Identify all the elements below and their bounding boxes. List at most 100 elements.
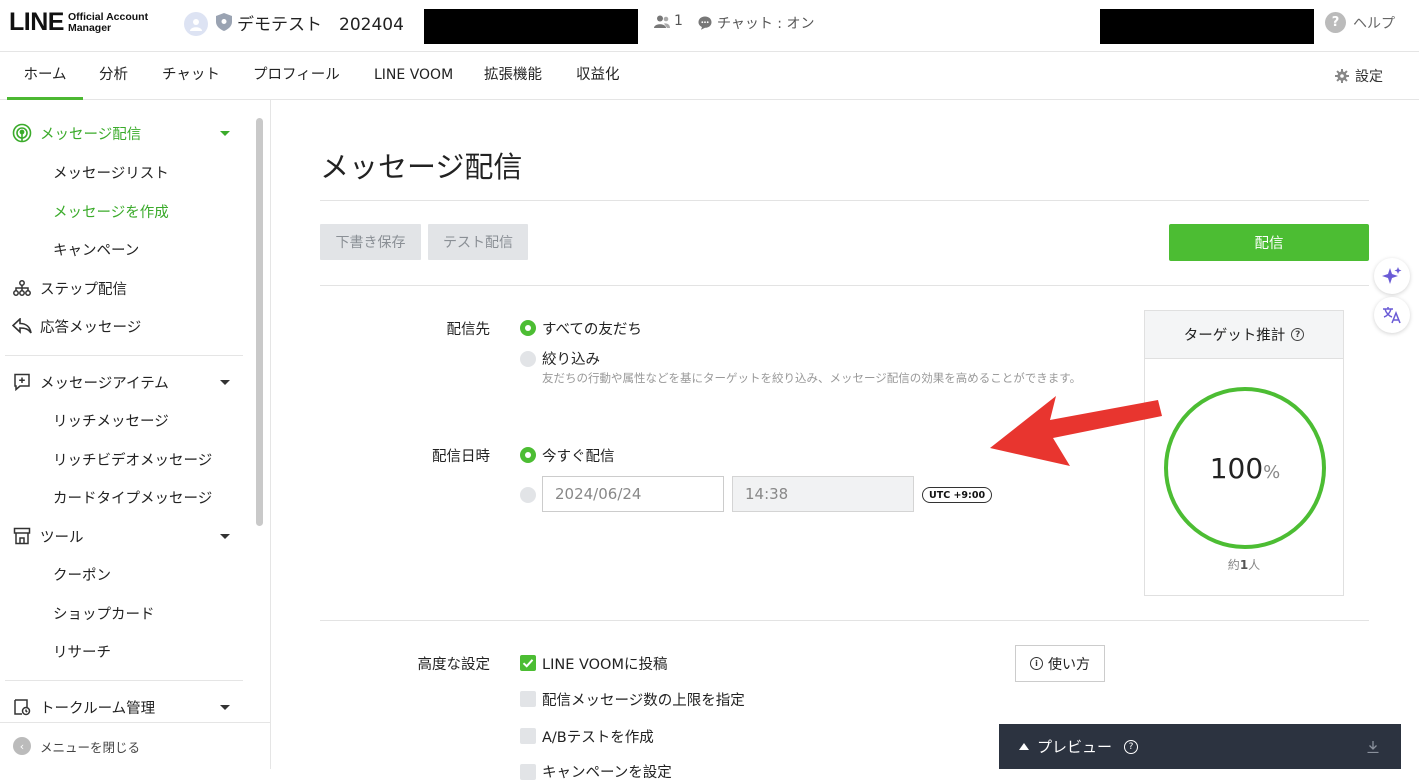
close-menu-label: メニューを閉じる [40, 739, 141, 755]
target-percent: 100% [1210, 452, 1281, 485]
tab-home[interactable]: ホーム [7, 52, 83, 100]
tab-profile[interactable]: プロフィール [253, 52, 340, 100]
preview-label: プレビュー [1037, 738, 1113, 756]
how-to-button[interactable]: i 使い方 [1015, 645, 1105, 682]
sidebar-item-shop-card[interactable]: ショップカード [53, 603, 155, 624]
ai-sparkle-button[interactable] [1374, 258, 1410, 294]
approx-number: 1 [1239, 558, 1249, 572]
talk-room-icon [12, 697, 32, 717]
sidebar-item-talk-room[interactable]: トークルーム管理 [0, 689, 250, 725]
sidebar-item-rich-video-message[interactable]: リッチビデオメッセージ [53, 449, 212, 470]
settings-label: 設定 [1355, 69, 1383, 85]
tab-monetization[interactable]: 収益化 [576, 52, 620, 100]
date-input[interactable]: 2024/06/24 [542, 476, 724, 512]
how-to-label: 使い方 [1048, 656, 1090, 673]
all-friends-label[interactable]: すべての友だち [542, 318, 642, 339]
chat-bubble-icon [698, 16, 712, 30]
preview-bar[interactable]: プレビュー ? [999, 724, 1401, 769]
checkbox-ab-test[interactable] [520, 728, 536, 744]
sidebar-item-coupon[interactable]: クーポン [53, 564, 111, 585]
logo-line-text: LINE [9, 8, 64, 36]
sidebar-divider [5, 680, 243, 681]
add-box-icon [12, 372, 32, 392]
question-icon[interactable]: ? [1124, 739, 1139, 754]
narrow-down-label[interactable]: 絞り込み [542, 348, 600, 369]
ab-test-label[interactable]: A/Bテストを作成 [542, 726, 654, 747]
friend-count[interactable]: 1 [654, 13, 683, 29]
sidebar-item-research[interactable]: リサーチ [53, 641, 111, 662]
help-link[interactable]: ? ヘルプ [1325, 12, 1395, 33]
send-button[interactable]: 配信 [1169, 224, 1369, 261]
sidebar-item-label: トークルーム管理 [40, 700, 156, 717]
tab-analytics[interactable]: 分析 [99, 52, 128, 100]
question-icon[interactable]: ? [1291, 328, 1305, 341]
logo-sub-text: Official Account Manager [68, 11, 148, 34]
limit-count-label[interactable]: 配信メッセージ数の上限を指定 [542, 689, 745, 710]
radio-scheduled[interactable] [520, 487, 536, 503]
sidebar-scrollbar[interactable] [256, 118, 263, 526]
chevron-left-icon: ‹ [13, 737, 31, 755]
download-icon[interactable] [1367, 740, 1379, 753]
campaign-label[interactable]: キャンペーンを設定 [542, 761, 672, 782]
sidebar-item-tools[interactable]: ツール [0, 518, 250, 554]
sidebar-item-message-delivery[interactable]: メッセージ配信 [0, 115, 250, 151]
sidebar-item-card-type-message[interactable]: カードタイプメッセージ [53, 487, 212, 508]
settings-link[interactable]: 設定 [1335, 66, 1383, 86]
top-bar: LINE Official Account Manager デモテスト 2024… [0, 0, 1419, 52]
account-name[interactable]: デモテスト 202404 [237, 10, 404, 35]
radio-narrow-down[interactable] [520, 351, 536, 367]
redacted-block [1100, 9, 1314, 44]
radio-all-friends[interactable] [520, 320, 536, 336]
send-now-label[interactable]: 今すぐ配信 [542, 445, 615, 466]
sidebar-item-label: ツール [40, 529, 84, 546]
divider [320, 200, 1369, 201]
sidebar-item-label: メッセージアイテム [40, 375, 169, 392]
line-oam-logo[interactable]: LINE Official Account Manager [9, 8, 148, 37]
help-icon: ? [1325, 12, 1346, 33]
target-estimate-header: ターゲット推計 ? [1145, 311, 1343, 359]
checkbox-post-voom[interactable] [520, 655, 536, 671]
sidebar-item-auto-response[interactable]: 応答メッセージ [0, 308, 250, 344]
approx-prefix: 約 [1227, 558, 1240, 572]
checkbox-limit-count[interactable] [520, 691, 536, 707]
divider [320, 285, 1369, 286]
sidebar-item-message-items[interactable]: メッセージアイテム [0, 364, 250, 400]
info-icon: i [1030, 657, 1043, 670]
page-title: メッセージ配信 [320, 150, 523, 184]
checkbox-campaign[interactable] [520, 764, 536, 780]
chat-status-text: チャット : オン [717, 16, 815, 32]
divider [320, 620, 1369, 621]
datetime-label: 配信日時 [432, 449, 490, 465]
translate-button[interactable] [1374, 297, 1410, 333]
tab-chat[interactable]: チャット [162, 52, 220, 100]
test-send-button[interactable]: テスト配信 [428, 224, 528, 260]
time-input[interactable]: 14:38 [732, 476, 914, 512]
sidebar-item-create-message[interactable]: メッセージを作成 [53, 201, 169, 222]
redacted-block [424, 9, 638, 44]
save-draft-button[interactable]: 下書き保存 [320, 224, 421, 260]
close-menu-button[interactable]: ‹ メニューを閉じる [0, 722, 270, 769]
sidebar-item-rich-message[interactable]: リッチメッセージ [53, 410, 169, 431]
post-voom-label[interactable]: LINE VOOMに投稿 [542, 653, 667, 674]
advanced-settings-label: 高度な設定 [417, 657, 491, 673]
sidebar-item-campaign[interactable]: キャンペーン [53, 239, 139, 260]
approx-count: 約1人 [1145, 556, 1343, 573]
friend-count-value: 1 [674, 13, 683, 29]
account-avatar-icon[interactable] [184, 12, 208, 36]
tab-extensions[interactable]: 拡張機能 [484, 52, 542, 100]
tab-line-voom[interactable]: LINE VOOM [374, 52, 453, 100]
caret-up-icon [1019, 743, 1029, 750]
target-unit: % [1263, 461, 1281, 483]
chevron-down-icon [220, 130, 230, 136]
sidebar-item-message-list[interactable]: メッセージリスト [53, 162, 169, 183]
hierarchy-icon [12, 278, 32, 298]
sidebar-item-label: ステップ配信 [40, 281, 127, 298]
target-ring: 100% [1164, 387, 1326, 549]
help-label: ヘルプ [1353, 15, 1395, 32]
target-estimate-panel: ターゲット推計 ? 100% 約1人 [1144, 310, 1344, 596]
radio-send-now[interactable] [520, 447, 536, 463]
chevron-down-icon [220, 533, 230, 539]
target-estimate-title: ターゲット推計 [1183, 328, 1286, 344]
sidebar-item-step-delivery[interactable]: ステップ配信 [0, 270, 250, 306]
chat-status[interactable]: チャット : オン [698, 13, 814, 33]
